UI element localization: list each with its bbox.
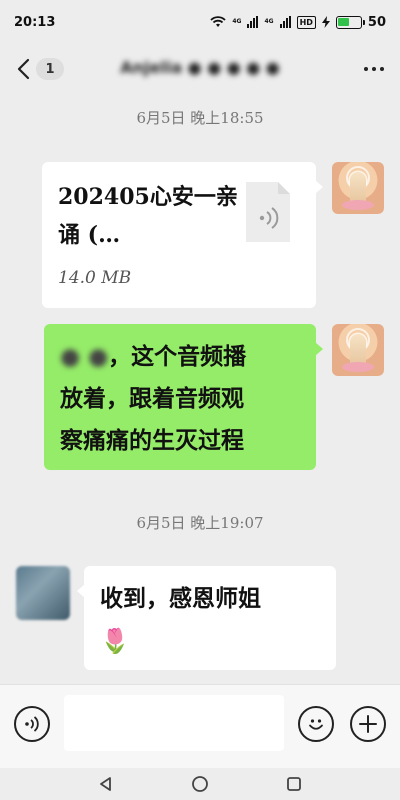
- my-avatar[interactable]: [332, 324, 384, 376]
- input-bar: [0, 684, 400, 768]
- status-indicators: 4G 4G HD 50: [210, 15, 386, 30]
- voice-icon: [25, 716, 39, 732]
- system-navigation-bar: [0, 768, 400, 800]
- back-triangle-icon[interactable]: [98, 776, 114, 792]
- more-dots-icon: [364, 67, 368, 71]
- timestamp: 6月5日 晚上19:07: [136, 514, 264, 532]
- more-options-button[interactable]: [364, 67, 384, 71]
- status-time: 20:13: [14, 14, 56, 30]
- emoji-icon: [309, 719, 323, 730]
- battery-icon: [335, 15, 365, 29]
- message-text-line3: 察痛痛的生灭过程: [60, 427, 244, 454]
- outgoing-text-bubble[interactable]: ● ●，这个音频播 放着，跟着音频观 察痛痛的生灭过程: [44, 324, 323, 470]
- recents-square-icon[interactable]: [286, 776, 302, 792]
- back-button[interactable]: 1: [16, 58, 64, 80]
- signal-icon: [247, 16, 259, 28]
- battery-percent: 50: [367, 14, 386, 30]
- blurred-name: ● ●: [60, 343, 109, 370]
- file-size: 14.0 MB: [58, 268, 132, 288]
- message-text-line1: 收到，感恩师姐: [100, 585, 261, 612]
- incoming-text-bubble[interactable]: 收到，感恩师姐 🌷: [77, 566, 336, 670]
- my-avatar[interactable]: [332, 162, 384, 214]
- more-functions-button[interactable]: [350, 706, 386, 742]
- message-text-line1: ，这个音频播: [108, 343, 247, 370]
- emoji-button[interactable]: [298, 706, 334, 742]
- audio-file-icon: [246, 182, 290, 242]
- wifi-icon: [210, 16, 226, 27]
- voice-button[interactable]: [14, 706, 50, 742]
- message-input[interactable]: [64, 695, 284, 751]
- unread-count-badge: 1: [36, 58, 64, 80]
- plus-icon: [359, 715, 377, 733]
- hd-icon: HD: [296, 15, 316, 29]
- file-message-bubble[interactable]: 202405心安一亲诵 (… 14.0 MB: [42, 162, 323, 308]
- chevron-left-icon: [17, 58, 30, 80]
- network-4g-label-2: 4G: [264, 18, 274, 25]
- chat-header: 1 Anjelia ● ● ● ● ●: [0, 44, 400, 94]
- home-circle-icon[interactable]: [191, 775, 209, 793]
- message-text: 收到，感恩师姐 🌷: [100, 578, 328, 663]
- tulip-emoji: 🌷: [100, 626, 130, 655]
- charging-icon: [321, 16, 330, 28]
- signal-icon-2: [279, 16, 291, 28]
- status-bar: 20:13 4G 4G HD 50: [0, 0, 400, 44]
- timestamp: 6月5日 晚上18:55: [136, 109, 264, 127]
- file-name: 202405心安一亲诵 (…: [58, 184, 238, 248]
- network-4g-label: 4G: [232, 18, 242, 25]
- chat-title: Anjelia ● ● ● ● ●: [120, 58, 280, 77]
- message-text-line2: 放着，跟着音频观: [60, 385, 244, 412]
- contact-avatar[interactable]: [16, 566, 70, 620]
- message-text: ● ●，这个音频播 放着，跟着音频观 察痛痛的生灭过程: [60, 336, 308, 462]
